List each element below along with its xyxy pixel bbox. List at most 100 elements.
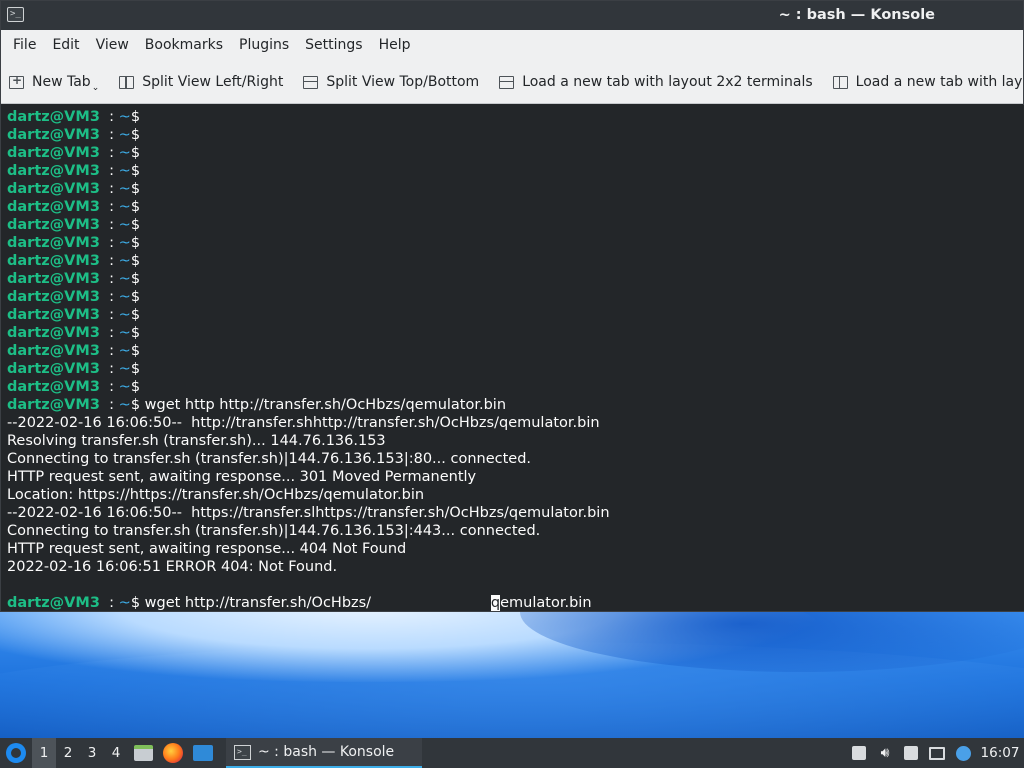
prompt-user: dartz@VM3 (7, 181, 100, 197)
prompt-path: ~ (118, 145, 131, 161)
menu-view[interactable]: View (88, 30, 137, 61)
prompt-separator: : (99, 235, 119, 251)
firefox-launcher[interactable] (158, 738, 188, 768)
prompt-user: dartz@VM3 (7, 145, 100, 161)
new-tab-label: New Tab (32, 74, 91, 90)
prompt-path: ~ (118, 307, 131, 323)
prompt-user: dartz@VM3 (7, 361, 100, 377)
prompt-user: dartz@VM3 (7, 235, 100, 251)
prompt-symbol: $ (130, 271, 141, 287)
split-top-bottom-button[interactable]: Split View Top/Bottom (303, 74, 479, 90)
layout-grid-icon (499, 75, 515, 89)
desktop-switch-3[interactable]: 3 (80, 738, 104, 768)
layout-other-label: Load a new tab with layou (855, 74, 1023, 90)
prompt-separator: : (99, 199, 119, 215)
terminal-line: dartz@VM3 : ~$ (7, 108, 1024, 126)
prompt-symbol: $ (130, 325, 141, 341)
prompt-path: ~ (118, 199, 131, 215)
lubuntu-logo-icon (6, 743, 26, 763)
desktop-switch-1[interactable]: 1 (32, 738, 56, 768)
terminal-line: dartz@VM3 : ~$ (7, 216, 1024, 234)
title-bar[interactable]: >_ ~ : bash — Konsole (1, 1, 1023, 30)
prompt-separator: : (99, 163, 119, 179)
prompt-separator: : (99, 289, 119, 305)
tray-notifier[interactable] (846, 738, 872, 768)
layout-2x2-button[interactable]: Load a new tab with layout 2x2 terminals (499, 74, 813, 90)
prompt-user: dartz@VM3 (7, 271, 100, 287)
new-tab-button[interactable]: New Tab ⌄ (9, 73, 100, 93)
split-left-right-button[interactable]: Split View Left/Right (119, 74, 283, 90)
terminal-icon: >_ (234, 744, 251, 760)
toolbar: New Tab ⌄ Split View Left/Right Split Vi… (1, 61, 1023, 104)
prompt-path: ~ (118, 163, 131, 179)
terminal-output[interactable]: dartz@VM3 : ~$ dartz@VM3 : ~$ dartz@VM3 : … (2, 105, 1024, 611)
split-horizontal-icon (119, 75, 135, 89)
clock[interactable]: 16:07 (976, 745, 1024, 761)
terminal-line: dartz@VM3 : ~$ (7, 162, 1024, 180)
text-cursor: q (490, 595, 501, 611)
prompt-symbol: $ (130, 145, 141, 161)
prompt-user: dartz@VM3 (7, 397, 100, 413)
prompt-user: dartz@VM3 (7, 109, 100, 125)
file-manager-icon (133, 745, 153, 761)
layout-other-button[interactable]: Load a new tab with layou (832, 74, 1023, 90)
terminal-line: dartz@VM3 : ~$ (7, 180, 1024, 198)
prompt-separator: : (99, 397, 119, 413)
show-desktop-button[interactable] (188, 738, 218, 768)
prompt-symbol: $ (130, 307, 141, 323)
prompt-separator: : (99, 109, 119, 125)
terminal-line: Location: https://https://transfer.sh/Oc… (7, 487, 425, 503)
prompt-symbol: $ (130, 397, 141, 413)
menu-help[interactable]: Help (371, 30, 419, 61)
terminal-line: dartz@VM3 : ~$ wget http http://transfer… (7, 396, 1024, 414)
menu-plugins[interactable]: Plugins (231, 30, 297, 61)
terminal-line: dartz@VM3 : ~$ (7, 378, 1024, 396)
prompt-separator: : (99, 379, 119, 395)
prompt-user: dartz@VM3 (7, 199, 100, 215)
prompt-symbol: $ (130, 595, 141, 611)
network-tray[interactable] (924, 738, 950, 768)
prompt-path: ~ (118, 109, 131, 125)
prompt-path: ~ (118, 361, 131, 377)
prompt-symbol: $ (130, 217, 141, 233)
prompt-path: ~ (118, 127, 131, 143)
menu-file[interactable]: File (5, 30, 44, 61)
taskbar-task-konsole[interactable]: >_ ~ : bash — Konsole (226, 738, 422, 768)
terminal-icon[interactable]: >_ (7, 7, 24, 22)
package-icon (852, 746, 866, 760)
prompt-user: dartz@VM3 (7, 253, 100, 269)
terminal-line: Connecting to transfer.sh (transfer.sh)|… (7, 451, 532, 467)
prompt-symbol: $ (130, 181, 141, 197)
application-launcher[interactable] (0, 738, 32, 768)
prompt-path: ~ (118, 271, 131, 287)
prompt-user: dartz@VM3 (7, 343, 100, 359)
prompt-path: ~ (118, 253, 131, 269)
menu-settings[interactable]: Settings (297, 30, 370, 61)
prompt-separator: : (99, 325, 119, 341)
prompt-path: ~ (118, 379, 131, 395)
file-manager-launcher[interactable] (128, 738, 158, 768)
new-tab-icon (9, 73, 24, 89)
update-notifier[interactable] (950, 738, 976, 768)
clipboard-tray[interactable] (898, 738, 924, 768)
terminal-line: --2022-02-16 16:06:50-- http://transfer.… (7, 415, 600, 431)
chevron-down-icon[interactable]: ⌄ (92, 83, 100, 93)
task-label: ~ : bash — Konsole (258, 744, 395, 760)
command-text: wget http://transfer.sh/OcHbzs/ (140, 595, 491, 611)
desktop-switch-4[interactable]: 4 (104, 738, 128, 768)
menu-bar: File Edit View Bookmarks Plugins Setting… (1, 30, 1023, 61)
konsole-window: >_ ~ : bash — Konsole File Edit View Boo… (0, 0, 1024, 612)
terminal-line: dartz@VM3 : ~$ (7, 324, 1024, 342)
desktop-wallpaper (0, 612, 1024, 738)
menu-edit[interactable]: Edit (44, 30, 87, 61)
terminal-line: dartz@VM3 : ~$ (7, 198, 1024, 216)
volume-control[interactable]: 🔊︎ (872, 738, 898, 768)
terminal-line: HTTP request sent, awaiting response... … (7, 541, 407, 557)
prompt-symbol: $ (130, 379, 141, 395)
terminal-line: Resolving transfer.sh (transfer.sh)... 1… (7, 433, 386, 449)
split-left-right-label: Split View Left/Right (142, 74, 284, 90)
prompt-user: dartz@VM3 (7, 289, 100, 305)
menu-bookmarks[interactable]: Bookmarks (137, 30, 231, 61)
desktop-switch-2[interactable]: 2 (56, 738, 80, 768)
